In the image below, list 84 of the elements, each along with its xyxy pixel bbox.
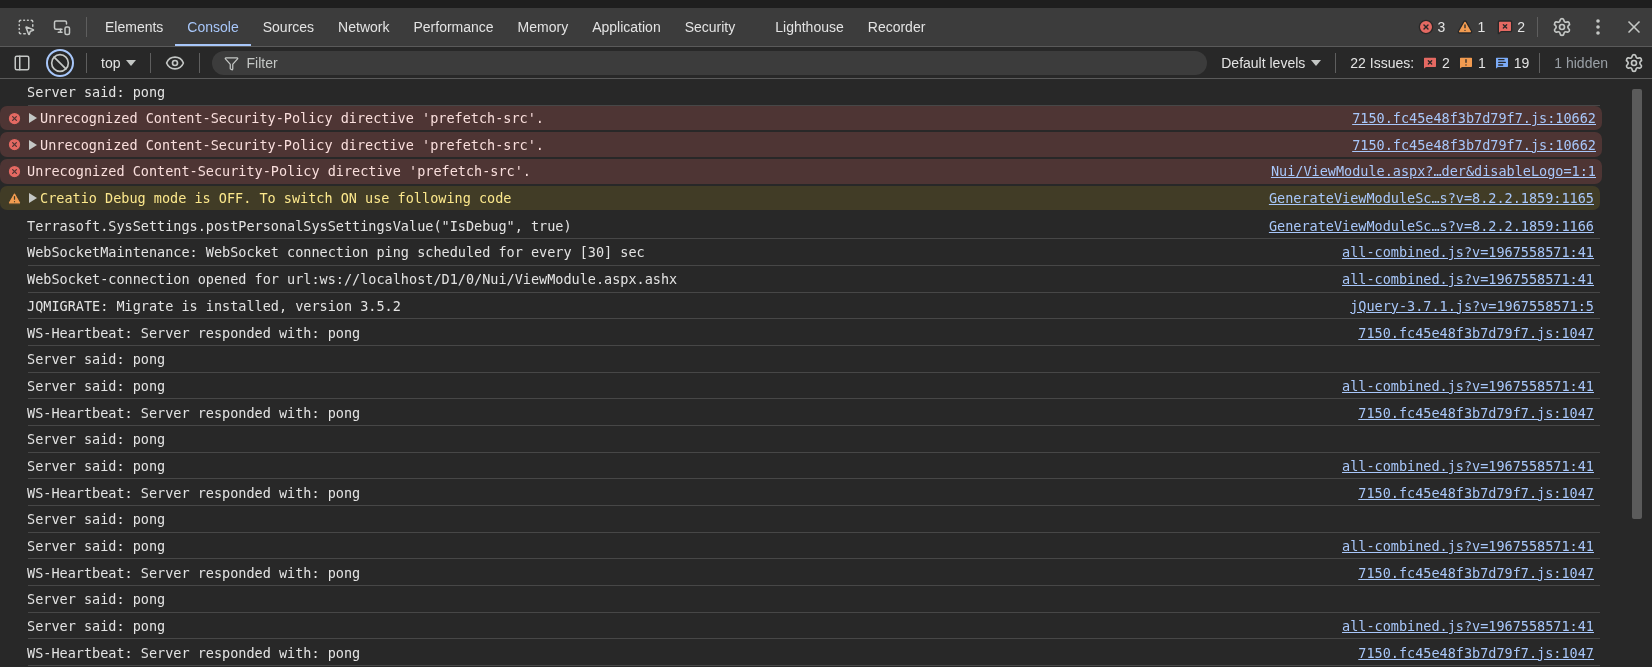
sidebar-icon [13, 53, 31, 72]
source-link[interactable]: GenerateViewModuleSc…s?v=8.2.2.1859:1166 [1268, 217, 1594, 234]
panel-tab[interactable]: Lighthouse [763, 8, 856, 46]
log-message: JQMIGRATE: Migrate is installed, version 3.5.2 [27, 297, 402, 314]
log-message: Server said: pong [27, 351, 167, 368]
error-icon [7, 163, 22, 179]
panel-tab[interactable]: Memory [505, 8, 581, 46]
settings-icon [1624, 52, 1644, 73]
settings-icon [1552, 17, 1572, 37]
info-issues-count[interactable]: 19 [1489, 54, 1534, 71]
source-link[interactable]: 7150.fc45e48f3b7d79f7.js:1047 [1358, 564, 1594, 581]
log-message: Server said: pong [27, 457, 167, 474]
filter-field[interactable]: Filter [212, 50, 1208, 75]
panel-tab[interactable]: Elements [93, 8, 176, 46]
expand-triangle-icon[interactable] [29, 113, 37, 124]
error-icon [7, 137, 22, 153]
source-link[interactable]: 7150.fc45e48f3b7d79f7.js:10662 [1352, 110, 1596, 127]
panel-tab[interactable]: Performance [401, 8, 506, 46]
log-message: Terrasoft.SysSettings.postPersonalSysSettingsValue("IsDebug", true) [27, 217, 573, 234]
source-link[interactable]: 7150.fc45e48f3b7d79f7.js:1047 [1358, 644, 1594, 661]
warning-issues-count[interactable]: 1 [1453, 54, 1490, 71]
log-message: WS-Heartbeat: Server responded with: pong [27, 484, 362, 501]
source-link[interactable]: GenerateViewModuleSc…s?v=8.2.2.1859:1165 [1268, 190, 1594, 207]
clear-console-button[interactable] [46, 48, 74, 77]
filter-icon [224, 55, 240, 71]
log-levels-dropdown[interactable]: Default levels [1213, 54, 1330, 71]
error-counter[interactable]: 3 [1411, 19, 1452, 35]
issue-icon [1497, 19, 1514, 35]
source-link[interactable]: jQuery-3.7.1.js?v=1967558571:5 [1350, 297, 1594, 314]
menu-icon [1596, 19, 1600, 35]
context-dropdown[interactable]: top [93, 54, 145, 71]
source-link[interactable]: all-combined.js?v=1967558571:41 [1342, 538, 1594, 555]
expand-triangle-icon[interactable] [29, 193, 37, 204]
log-message: Server said: pong [27, 618, 167, 635]
devices-icon [53, 18, 71, 36]
panel-tab[interactable]: Network [326, 8, 402, 46]
warning-icon [1457, 19, 1474, 35]
source-link[interactable]: all-combined.js?v=1967558571:41 [1342, 457, 1594, 474]
panel-tab[interactable]: Security [672, 8, 748, 46]
clear-icon [50, 52, 70, 73]
source-link[interactable]: all-combined.js?v=1967558571:41 [1342, 618, 1594, 635]
info-issue-icon [1493, 54, 1510, 71]
log-message: Server said: pong [27, 377, 167, 394]
log-message: Unrecognized Content-Security-Policy directive 'prefetch-src'. [40, 136, 545, 153]
log-message: WS-Heartbeat: Server responded with: pong [27, 564, 362, 581]
caret-icon [126, 59, 137, 66]
issue-counter[interactable]: 2 [1491, 19, 1531, 35]
log-message: Server said: pong [27, 84, 167, 101]
log-message: Unrecognized Content-Security-Policy directive 'prefetch-src'. [27, 163, 532, 180]
error-issues-count[interactable]: 2 [1418, 54, 1454, 71]
expand-triangle-icon[interactable] [29, 139, 37, 150]
source-link[interactable]: Nui/ViewModule.aspx?…der&disableLogo=1:1 [1270, 163, 1596, 180]
error-icon [7, 110, 22, 126]
panel-tab[interactable]: Recorder [855, 8, 938, 46]
log-message: WS-Heartbeat: Server responded with: pong [27, 404, 362, 421]
error-issue-icon [1422, 54, 1439, 71]
log-message: WebSocketMaintenance: WebSocket connection ping scheduled for every [30] sec [27, 244, 646, 261]
hidden-count: 1 hidden [1553, 54, 1609, 71]
issues-label: 22 Issues: [1350, 54, 1415, 71]
pointer-select-icon [17, 18, 35, 36]
source-link[interactable]: 7150.fc45e48f3b7d79f7.js:1047 [1358, 484, 1594, 501]
source-link[interactable]: all-combined.js?v=1967558571:41 [1342, 271, 1594, 288]
log-message: Server said: pong [27, 591, 167, 608]
log-message: Server said: pong [27, 431, 167, 448]
source-link[interactable]: all-combined.js?v=1967558571:41 [1342, 244, 1594, 261]
log-message: WS-Heartbeat: Server responded with: pong [27, 324, 362, 341]
warning-icon [7, 190, 22, 206]
log-message: WebSocket-connection opened for url:ws://localhost/D1/0/Nui/ViewModule.aspx.ashx [27, 271, 679, 288]
log-message: WS-Heartbeat: Server responded with: pong [27, 644, 362, 661]
source-link[interactable]: 7150.fc45e48f3b7d79f7.js:1047 [1358, 404, 1594, 421]
log-message: Creatio Debug mode is OFF. To switch ON use following code [40, 190, 513, 207]
source-link[interactable]: 7150.fc45e48f3b7d79f7.js:1047 [1358, 324, 1594, 341]
caret-icon [1311, 59, 1322, 66]
log-message: Server said: pong [27, 511, 167, 528]
warning-issue-icon [1457, 54, 1474, 71]
scrollbar-thumb[interactable] [1632, 89, 1642, 519]
panel-tab[interactable]: Sources [250, 8, 327, 46]
error-icon [1417, 19, 1434, 35]
log-message: Unrecognized Content-Security-Policy directive 'prefetch-src'. [40, 110, 545, 127]
log-message: Server said: pong [27, 538, 167, 555]
source-link[interactable]: all-combined.js?v=1967558571:41 [1342, 377, 1594, 394]
warning-counter[interactable]: 1 [1451, 19, 1492, 35]
panel-tab[interactable]: Application [580, 8, 673, 46]
source-link[interactable]: 7150.fc45e48f3b7d79f7.js:10662 [1352, 136, 1596, 153]
